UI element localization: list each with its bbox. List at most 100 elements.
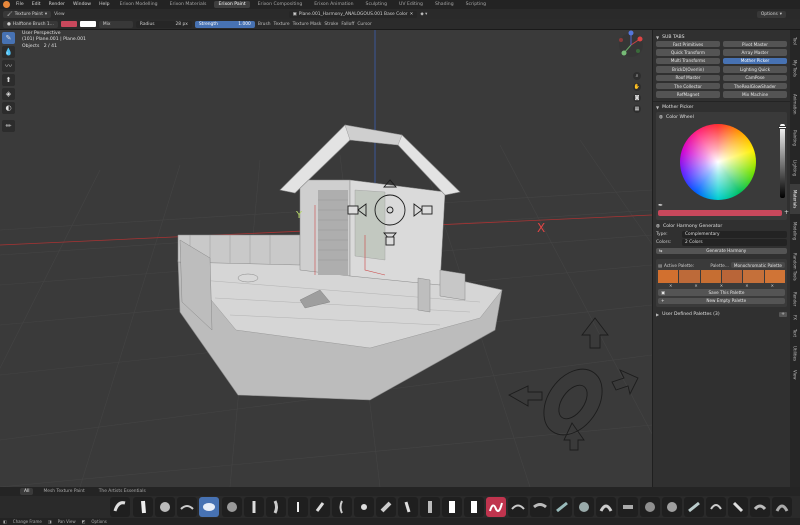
sub-tab-button[interactable]: Mix Machine bbox=[723, 91, 787, 98]
sub-tab-button[interactable]: TheRealGlowShader bbox=[723, 82, 787, 90]
menu-render[interactable]: Render bbox=[47, 2, 67, 7]
side-tab[interactable]: View bbox=[790, 368, 800, 382]
brush-thumbnail[interactable] bbox=[266, 497, 286, 517]
navigation-gizmo[interactable] bbox=[508, 317, 639, 451]
primary-color-swatch[interactable] bbox=[60, 21, 77, 27]
workspace-tab-active[interactable]: Erixon Paint bbox=[214, 1, 250, 8]
axis-orientation-gizmo[interactable] bbox=[619, 30, 643, 58]
brush-thumbnail[interactable] bbox=[420, 497, 440, 517]
side-tab[interactable]: Render bbox=[790, 288, 800, 310]
mother-picker-header[interactable]: ▼ Mother Picker bbox=[656, 104, 787, 112]
value-slider[interactable] bbox=[780, 123, 785, 198]
palette-swatch[interactable] bbox=[743, 270, 764, 284]
sub-tab-button-active[interactable]: Mother Picker bbox=[723, 57, 787, 65]
workspace-tab[interactable]: Scripting bbox=[462, 1, 490, 8]
brush-thumbnail[interactable] bbox=[552, 497, 572, 517]
brush-thumbnail[interactable] bbox=[508, 497, 528, 517]
brush-thumbnail[interactable] bbox=[177, 497, 197, 517]
brush-thumbnail[interactable] bbox=[464, 497, 484, 517]
generate-harmony-button[interactable]: ⇆ Generate Harmony bbox=[656, 247, 787, 255]
brush-thumbnail[interactable] bbox=[750, 497, 770, 517]
side-tab[interactable]: Random Tools bbox=[790, 248, 800, 286]
close-icon[interactable]: ✕ bbox=[745, 283, 748, 288]
brush-thumbnail[interactable] bbox=[618, 497, 638, 517]
brush-thumbnail[interactable] bbox=[486, 497, 506, 517]
save-palette-button[interactable]: ▣ Save This Palette bbox=[658, 289, 785, 296]
palette-swatch[interactable] bbox=[658, 270, 679, 284]
workspace-tab[interactable]: Erixon Animation bbox=[310, 1, 357, 8]
workspace-tab[interactable]: Sculpting bbox=[362, 1, 391, 8]
texture-menu[interactable]: Texture bbox=[274, 22, 290, 27]
palette-swatch[interactable] bbox=[764, 270, 785, 284]
shelf-tab[interactable]: Mesh Texture Paint bbox=[39, 488, 88, 495]
radius-field[interactable]: Radius 28 px bbox=[135, 20, 192, 28]
side-tab[interactable]: Modeling bbox=[790, 216, 800, 246]
sub-tab-button[interactable]: Array Master bbox=[723, 49, 787, 56]
value-slider-handle[interactable] bbox=[778, 125, 787, 129]
palette-name[interactable]: Palette... bbox=[710, 263, 729, 268]
brush-thumbnail[interactable] bbox=[662, 497, 682, 517]
shelf-tab-active[interactable]: All bbox=[20, 488, 34, 495]
close-icon[interactable]: ✕ bbox=[694, 283, 697, 288]
image-selector[interactable]: ▣ Plane.001_Harmony_ANALOGOUS.001 Base Co… bbox=[288, 10, 418, 18]
workspace-tab[interactable]: Erixon Compositing bbox=[254, 1, 307, 8]
fill-tool-icon[interactable]: ◈ bbox=[2, 88, 15, 100]
palette-swatch[interactable] bbox=[700, 270, 721, 284]
brush-thumbnail[interactable] bbox=[772, 497, 792, 517]
shelf-tab[interactable]: The Artists Essentials bbox=[95, 488, 150, 495]
palette-mode-button[interactable]: Monochromatic Palette bbox=[730, 261, 785, 269]
menu-window[interactable]: Window bbox=[71, 2, 93, 7]
editor-type-button[interactable]: 🖌 Texture Paint ▾ bbox=[3, 10, 52, 18]
zoom-icon[interactable]: ⌕ bbox=[633, 72, 641, 80]
colors-select[interactable]: 2 Colors bbox=[682, 239, 787, 247]
3d-viewport[interactable]: Y X ⌕ ✋ ◙ ▦ bbox=[0, 30, 652, 487]
sub-tab-button[interactable]: Fast Primitives bbox=[656, 41, 720, 48]
sub-tabs-header[interactable]: ▼ SUB TABS bbox=[656, 33, 787, 41]
blender-logo-icon[interactable] bbox=[3, 1, 10, 8]
workspace-tab[interactable]: Erixon Materials bbox=[166, 1, 211, 8]
annotate-tool-icon[interactable]: ✏ bbox=[2, 120, 15, 132]
close-icon[interactable]: ✕ bbox=[410, 12, 414, 17]
workspace-tab[interactable]: Shading bbox=[431, 1, 458, 8]
strength-field[interactable]: Strength 1.000 bbox=[194, 20, 255, 28]
sub-tab-button[interactable]: Quick Transform bbox=[656, 49, 720, 56]
brush-thumbnail[interactable] bbox=[244, 497, 264, 517]
color-wheel[interactable] bbox=[680, 123, 756, 200]
mask-tool-icon[interactable]: ◐ bbox=[2, 102, 15, 114]
sub-tab-button[interactable]: The Collector bbox=[656, 82, 720, 90]
smear-tool-icon[interactable]: 〰 bbox=[2, 60, 15, 72]
brush-thumbnail[interactable] bbox=[706, 497, 726, 517]
close-icon[interactable]: ✕ bbox=[720, 283, 723, 288]
brush-thumbnail[interactable] bbox=[728, 497, 748, 517]
brush-thumbnail-active[interactable] bbox=[199, 497, 219, 517]
add-color-icon[interactable]: + bbox=[784, 209, 789, 216]
palette-swatch[interactable] bbox=[679, 270, 700, 284]
cursor-menu[interactable]: Cursor bbox=[357, 22, 371, 27]
side-tab-active[interactable]: Materials bbox=[790, 184, 800, 214]
side-tab[interactable]: Painting bbox=[790, 124, 800, 152]
side-tab[interactable]: Text bbox=[790, 326, 800, 340]
current-color-bar[interactable] bbox=[658, 209, 782, 216]
sub-tab-button[interactable]: RefMagnet bbox=[656, 91, 720, 98]
view-menu[interactable]: View bbox=[54, 12, 64, 17]
sub-tab-button[interactable]: Multi Transforms bbox=[656, 57, 720, 65]
brush-thumbnail[interactable] bbox=[574, 497, 594, 517]
brush-thumbnail[interactable] bbox=[530, 497, 550, 517]
side-tab[interactable]: Tool bbox=[790, 32, 800, 50]
close-icon[interactable]: ✕ bbox=[771, 283, 774, 288]
blend-mode-select[interactable]: Mix bbox=[98, 20, 133, 28]
brush-thumbnail[interactable] bbox=[398, 497, 418, 517]
side-tab[interactable]: FX bbox=[790, 312, 800, 324]
brush-thumbnail[interactable] bbox=[332, 497, 352, 517]
workspace-tab[interactable]: Erixon Modelling bbox=[116, 1, 162, 8]
sub-tab-button[interactable]: Lighting Quick bbox=[723, 66, 787, 73]
brush-thumbnail[interactable] bbox=[596, 497, 616, 517]
texture-mask-menu[interactable]: Texture Mask bbox=[293, 22, 322, 27]
clone-tool-icon[interactable]: ⬆ bbox=[2, 74, 15, 86]
falloff-menu[interactable]: Falloff bbox=[341, 22, 354, 27]
sub-tab-button[interactable]: Roof Master bbox=[656, 74, 720, 81]
workspace-tab[interactable]: UV Editing bbox=[395, 1, 427, 8]
brush-menu[interactable]: Brush bbox=[258, 22, 271, 27]
brush-thumbnail[interactable] bbox=[133, 497, 153, 517]
brush-thumbnail[interactable] bbox=[376, 497, 396, 517]
